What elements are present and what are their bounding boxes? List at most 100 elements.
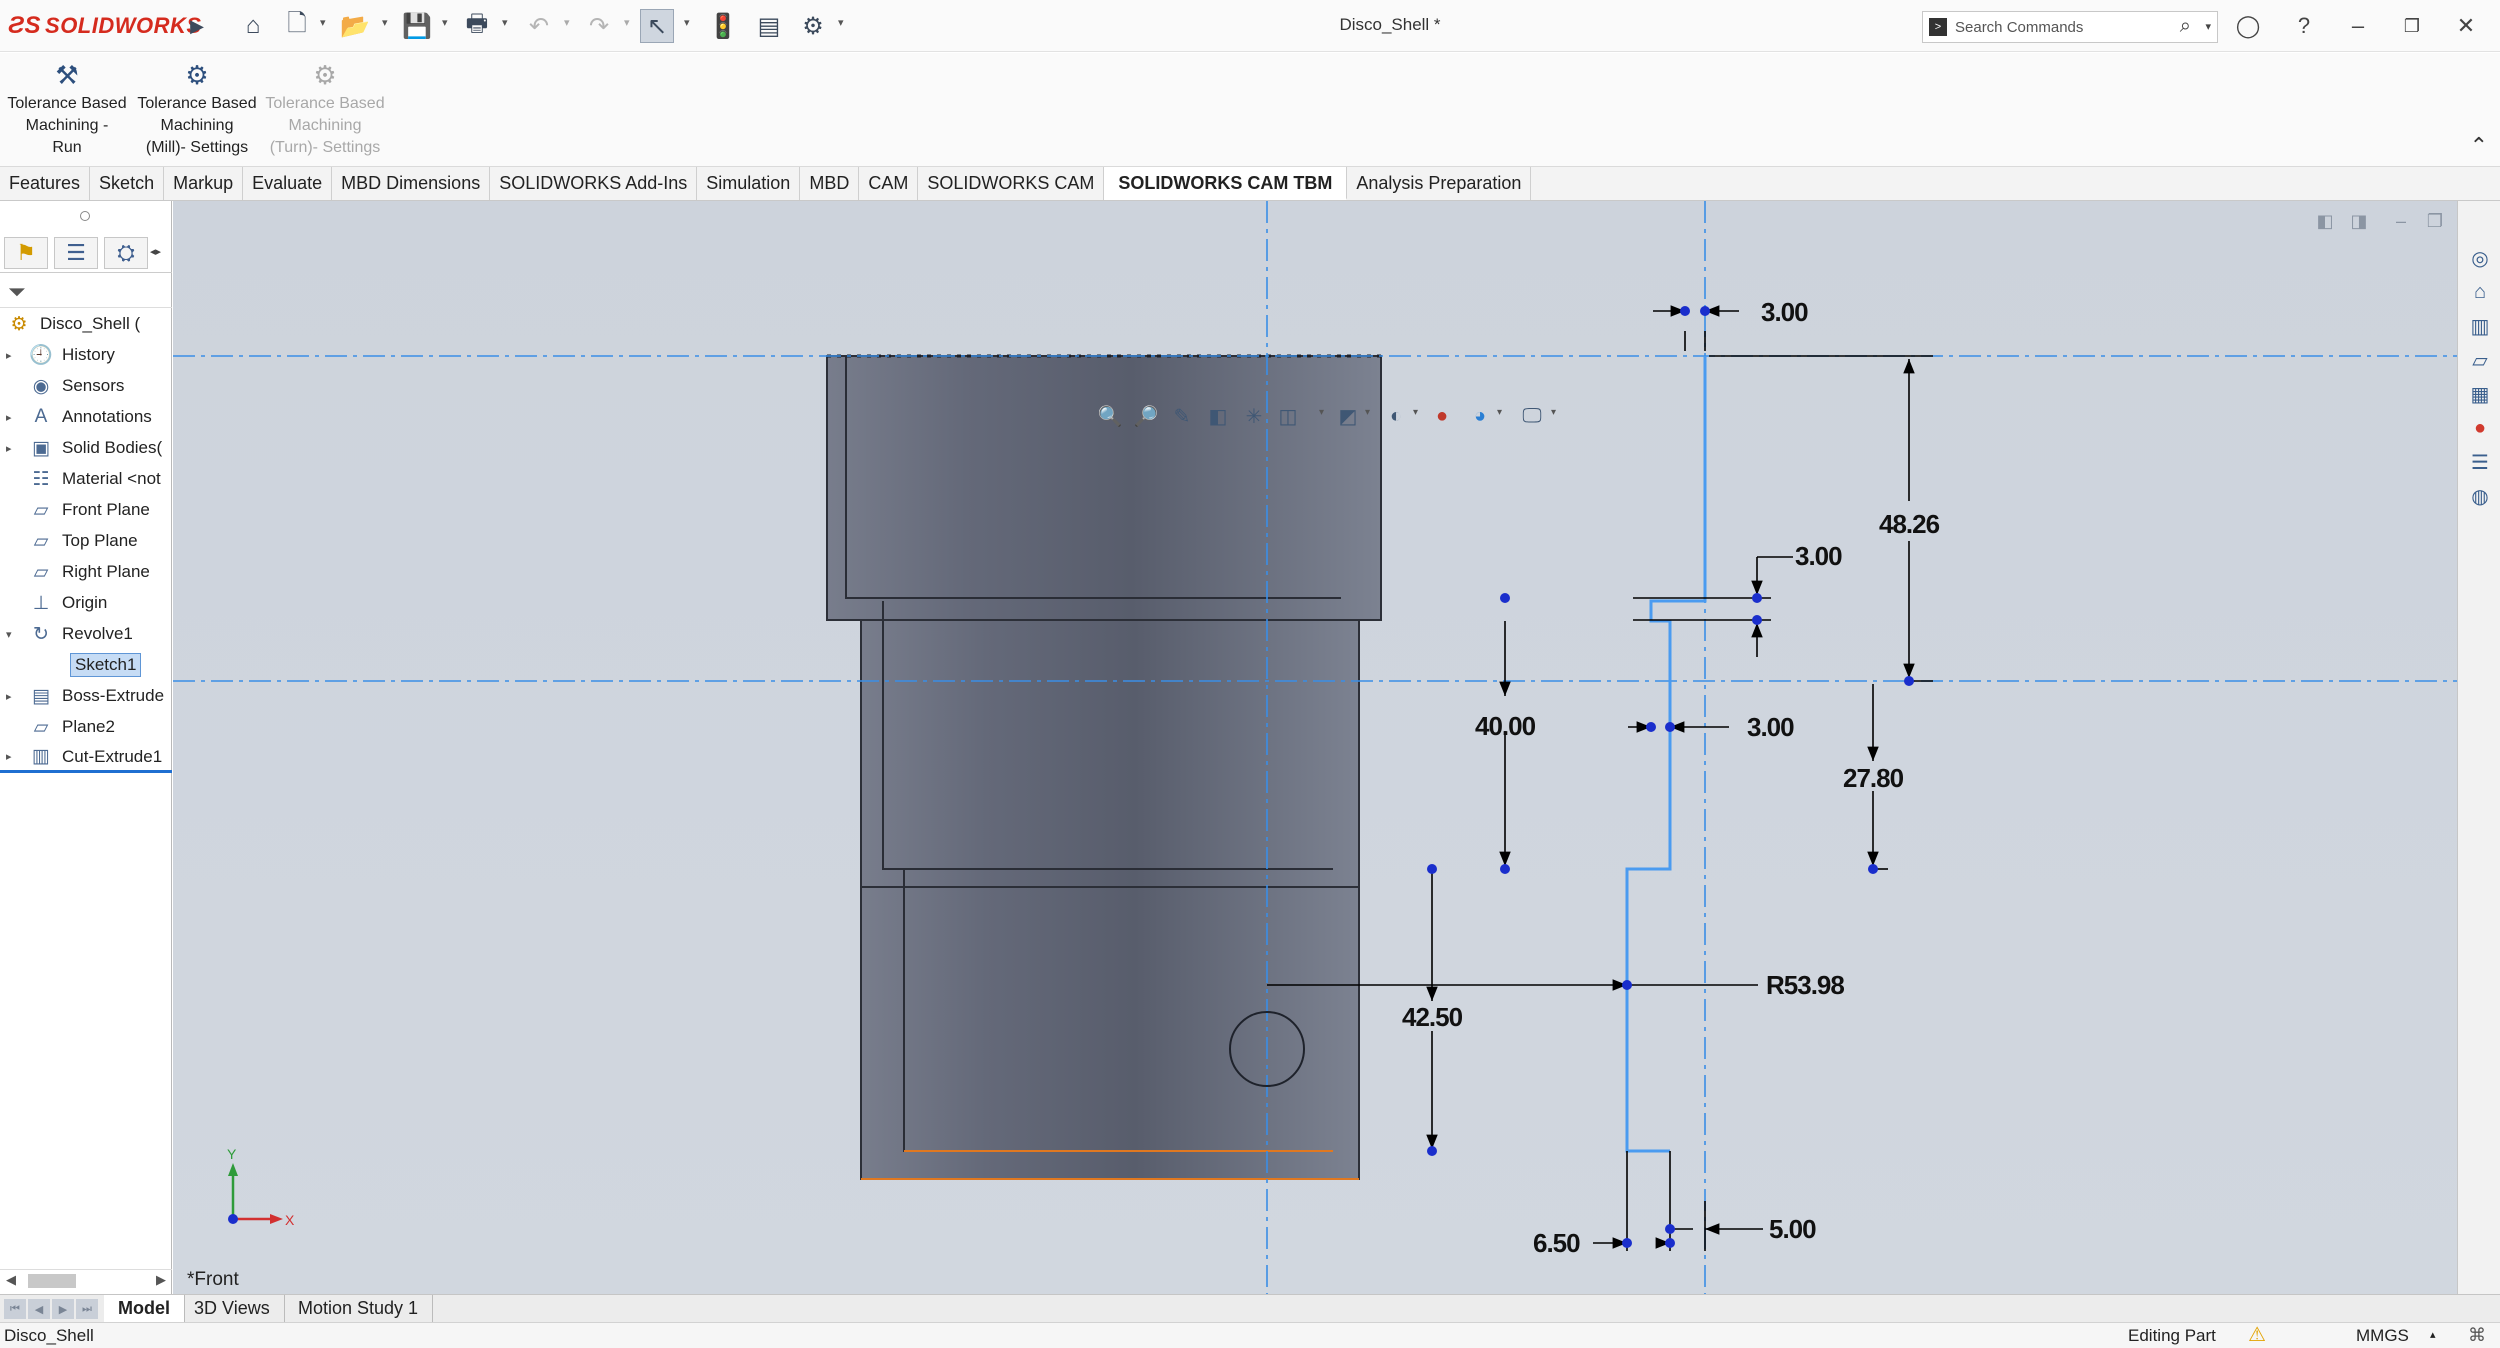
apply-scene-dropdown[interactable]: ▾ (1497, 407, 1502, 418)
tree-item-plane2[interactable]: ▱ Plane2 (0, 712, 172, 742)
tree-item-front-plane[interactable]: ▱ Front Plane (0, 495, 172, 525)
view-settings-icon[interactable]: 🖵 (1517, 401, 1547, 431)
traffic-light-rebuild-icon[interactable]: 🚦 (706, 9, 740, 43)
horizontal-scrollbar[interactable]: ◀ ▶ (0, 1269, 172, 1291)
tab-solidworks-cam-tbm[interactable]: SOLIDWORKS CAM TBM (1104, 167, 1348, 200)
expand-arrow-icon[interactable]: ▸ (6, 349, 20, 362)
redo-icon[interactable]: ↷ (582, 9, 616, 43)
minimize-window-button[interactable]: – (2342, 10, 2374, 42)
tab-analysis-preparation[interactable]: Analysis Preparation (1347, 167, 1532, 200)
tree-item-top-plane[interactable]: ▱ Top Plane (0, 526, 172, 556)
last-tab-icon[interactable]: ⏭ (76, 1299, 98, 1319)
view-orientation-dropdown[interactable]: ▾ (1319, 407, 1324, 418)
hide-show-dropdown[interactable]: ▾ (1413, 407, 1418, 418)
expand-arrow-icon[interactable]: ▸ (6, 411, 20, 424)
viewport-restore-button[interactable]: ❐ (2421, 209, 2449, 233)
options-dropdown[interactable]: ▾ (838, 16, 844, 29)
zoom-to-area-icon[interactable]: 🔎 (1131, 401, 1161, 431)
tbm-mill-settings-button[interactable]: ⚙ Tolerance Based Machining (Mill)- Sett… (132, 57, 262, 161)
tree-item-boss-extrude[interactable]: ▸ ▤ Boss-Extrude (0, 681, 172, 711)
previous-tab-icon[interactable]: ◀ (28, 1299, 50, 1319)
undo-dropdown[interactable]: ▾ (564, 16, 570, 29)
new-document-dropdown[interactable]: ▾ (320, 16, 326, 29)
view-settings-dropdown[interactable]: ▾ (1551, 407, 1556, 418)
tree-item-origin[interactable]: ⊥ Origin (0, 588, 172, 618)
tree-item-history[interactable]: ▸ 🕘 History (0, 340, 172, 370)
tab-solidworks-add-ins[interactable]: SOLIDWORKS Add-Ins (490, 167, 698, 200)
tree-item-right-plane[interactable]: ▱ Right Plane (0, 557, 172, 587)
help-icon[interactable]: ? (2288, 10, 2320, 42)
first-tab-icon[interactable]: ⏮ (4, 1299, 26, 1319)
print-dropdown[interactable]: ▾ (502, 16, 508, 29)
tree-item-annotations[interactable]: ▸ A Annotations (0, 402, 172, 432)
display-style-dropdown[interactable]: ▾ (1365, 407, 1370, 418)
expand-arrow-icon[interactable]: ▸ (6, 690, 20, 703)
edit-appearance-icon[interactable]: ● (1427, 401, 1457, 431)
previous-view-icon[interactable]: ✎ (1167, 401, 1197, 431)
tree-item-part[interactable]: ⚙ Disco_Shell ( (0, 309, 172, 339)
solidworks-resources-icon[interactable]: ◎ (2465, 243, 2495, 273)
dimension-3-00-top[interactable]: 3.00 (1761, 297, 1809, 327)
view-orientation-icon[interactable]: ◫ (1273, 401, 1303, 431)
unit-system-dropdown[interactable]: ▴ (2430, 1323, 2436, 1348)
search-icon[interactable]: ⌕ (2180, 15, 2191, 38)
display-style-icon[interactable]: ◩ (1333, 401, 1363, 431)
upper-flange[interactable] (826, 355, 1382, 621)
user-account-icon[interactable]: ◯ (2232, 10, 2264, 42)
expand-arrow-icon[interactable]: ▸ (6, 442, 20, 455)
property-manager-icon[interactable]: ☰ (54, 237, 98, 269)
dimension-r53-98[interactable]: R53.98 (1766, 970, 1845, 1000)
search-commands-box[interactable]: > ⌕ ▾ (1922, 11, 2218, 43)
tab-solidworks-cam[interactable]: SOLIDWORKS CAM (918, 167, 1105, 200)
scroll-thumb[interactable] (28, 1274, 76, 1288)
zoom-to-fit-icon[interactable]: 🔍 (1095, 401, 1125, 431)
dimension-5-00[interactable]: 5.00 (1769, 1214, 1817, 1244)
solidworks-logo[interactable]: ƧS SOLIDWORKS (8, 12, 202, 40)
expand-arrow-icon[interactable]: ▸ (6, 750, 20, 763)
tab-3d-views[interactable]: 3D Views (180, 1295, 285, 1323)
panel-splitter-handle[interactable] (80, 211, 90, 221)
new-document-icon[interactable]: 🗋 (280, 9, 314, 43)
more-tabs-arrows-icon[interactable]: ◂▸ (150, 245, 161, 258)
dimension-3-00-wall[interactable]: 3.00 (1747, 712, 1795, 742)
tab-model[interactable]: Model (104, 1295, 185, 1323)
section-view-icon[interactable]: ◧ (1203, 401, 1233, 431)
tab-cam[interactable]: CAM (859, 167, 919, 200)
tags-icon[interactable]: ⌘ (2468, 1323, 2486, 1348)
menu-expand-icon[interactable]: ▶ (180, 9, 214, 43)
tab-markup[interactable]: Markup (164, 167, 244, 200)
close-window-button[interactable]: ✕ (2450, 10, 2482, 42)
tab-motion-study-1[interactable]: Motion Study 1 (284, 1295, 434, 1323)
search-options-dropdown[interactable]: ▾ (2205, 20, 2211, 33)
dimension-6-50[interactable]: 6.50 (1533, 1228, 1581, 1258)
view-palette-icon[interactable]: ▦ (2465, 379, 2495, 409)
graphics-area[interactable]: 3.00 48.26 3.00 40.00 3.00 27.80 R53.98 … (173, 201, 2457, 1294)
viewport-minimize-button[interactable]: – (2387, 209, 2415, 233)
open-folder-icon[interactable]: 📂 (338, 9, 372, 43)
tab-sketch[interactable]: Sketch (90, 167, 165, 200)
appearances-icon[interactable]: ● (2465, 413, 2495, 443)
task-pane-home-icon[interactable]: ⌂ (2465, 277, 2495, 307)
save-icon[interactable]: 💾 (400, 9, 434, 43)
dimension-27-80[interactable]: 27.80 (1843, 763, 1905, 793)
scroll-left-icon[interactable]: ◀ (6, 1272, 16, 1288)
collapse-ribbon-icon[interactable]: ⌃ (2470, 133, 2488, 159)
select-pointer-icon[interactable]: ↖ (640, 9, 674, 43)
save-dropdown[interactable]: ▾ (442, 16, 448, 29)
viewport-split-icon[interactable]: ◧ (2311, 209, 2339, 233)
apply-scene-icon[interactable]: ◕ (1465, 401, 1495, 431)
rebuild-warning-icon[interactable]: ⚠ (2248, 1323, 2266, 1348)
gear-icon[interactable]: ⚙ (796, 9, 830, 43)
dimension-3-00-step[interactable]: 3.00 (1795, 541, 1843, 571)
collapse-arrow-icon[interactable]: ▾ (6, 628, 20, 641)
tree-item-sketch1[interactable]: Sketch1 (0, 650, 172, 680)
tree-item-solid-bodies[interactable]: ▸ ▣ Solid Bodies( (0, 433, 172, 463)
tab-mbd[interactable]: MBD (800, 167, 860, 200)
print-icon[interactable]: 🖶 (460, 9, 494, 43)
undo-icon[interactable]: ↶ (522, 9, 556, 43)
search-input[interactable] (1955, 16, 2155, 38)
forum-icon[interactable]: ◍ (2465, 481, 2495, 511)
tab-simulation[interactable]: Simulation (697, 167, 801, 200)
redo-dropdown[interactable]: ▾ (624, 16, 630, 29)
dimension-48-26[interactable]: 48.26 (1879, 509, 1941, 539)
